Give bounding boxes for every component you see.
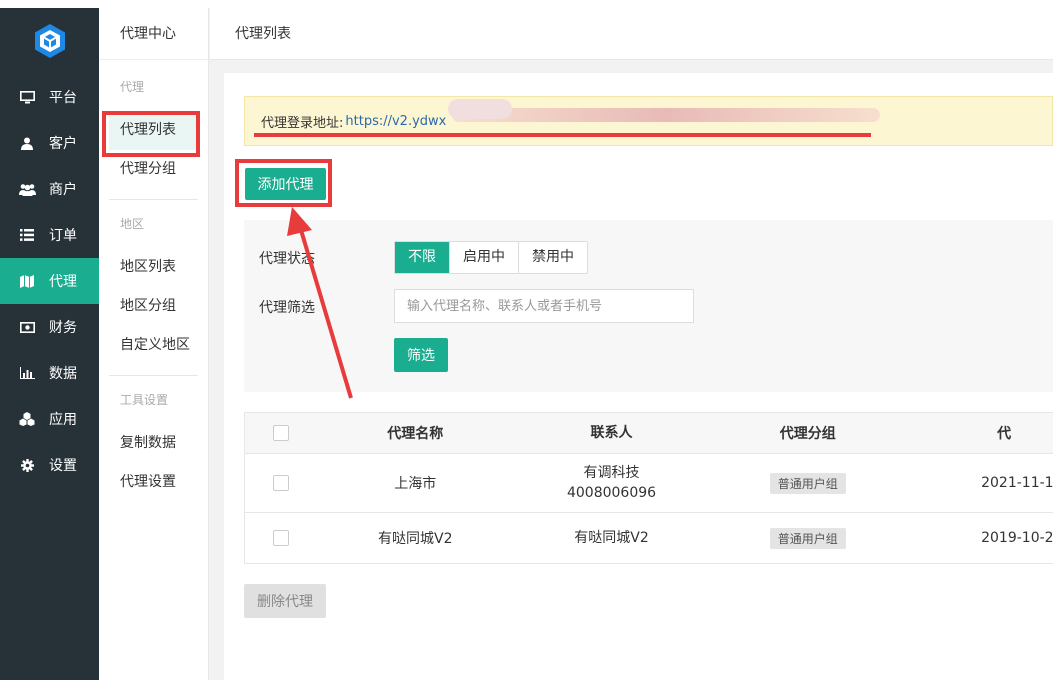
annotation-arrow [287,207,353,399]
